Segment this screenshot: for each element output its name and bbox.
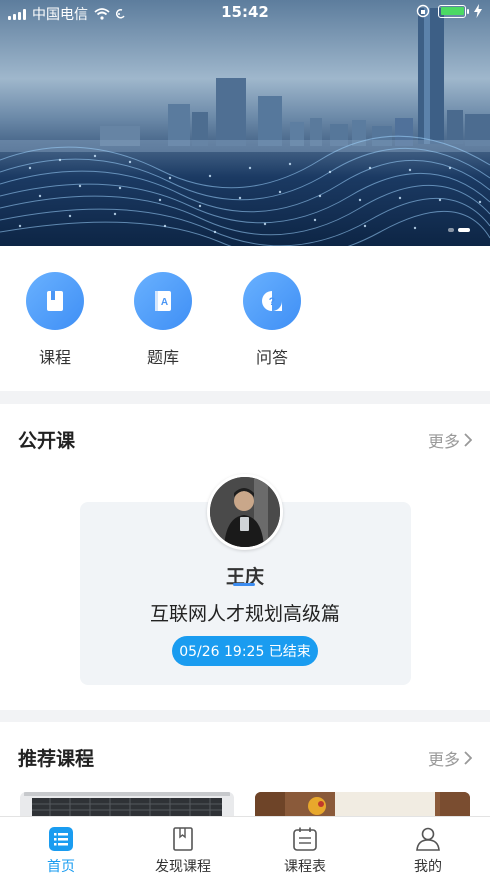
profile-icon <box>416 827 440 851</box>
schedule-icon <box>293 827 317 851</box>
banner-image <box>0 8 490 246</box>
nav-item-question-bank[interactable]: A 题库 <box>123 272 203 368</box>
chevron-right-icon <box>464 433 472 447</box>
orientation-lock-icon <box>416 4 430 18</box>
more-label: 更多 <box>427 750 460 769</box>
recommended-course-card[interactable] <box>20 792 234 818</box>
more-label: 更多 <box>427 432 460 451</box>
more-link[interactable]: 更多 <box>428 428 472 452</box>
svg-text:?: ? <box>269 296 276 308</box>
course-title: 互联网人才规划高级篇 <box>149 603 340 625</box>
nav-item-qa[interactable]: ? 问答 <box>232 272 312 368</box>
tab-discover[interactable]: 发现课程 <box>133 825 233 876</box>
banner-dot <box>448 228 454 232</box>
banner-indicator <box>448 228 470 232</box>
tab-label: 发现课程 <box>155 859 211 875</box>
tab-label: 课程表 <box>284 859 326 875</box>
battery-level <box>440 7 464 15</box>
nav-label: 问答 <box>255 348 288 367</box>
tab-schedule[interactable]: 课程表 <box>255 825 355 876</box>
nav-item-courses[interactable]: 课程 <box>15 272 95 368</box>
section-title: 公开课 <box>18 430 76 452</box>
tab-home[interactable]: 首页 <box>11 825 111 876</box>
battery-icon <box>438 4 469 18</box>
banner-carousel[interactable] <box>0 0 490 246</box>
discover-book-icon <box>173 827 193 851</box>
tab-label: 首页 <box>47 859 75 875</box>
course-thumbnail <box>255 792 470 818</box>
chevron-right-icon <box>464 751 472 765</box>
recommended-course-card[interactable] <box>255 792 470 818</box>
nav-label: 课程 <box>38 348 71 367</box>
svg-text:A: A <box>161 297 168 308</box>
course-time-badge: 05/26 19:25 已结束 <box>172 636 318 666</box>
banner-dot-active <box>458 228 470 232</box>
home-list-icon <box>49 827 73 851</box>
open-courses-section: 公开课 更多 王庆 互联网人才规划高级篇 05/26 19:25 已结束 <box>0 404 490 710</box>
quick-nav: 课程 A 题库 ? 问答 <box>0 246 490 391</box>
name-underline <box>233 583 255 586</box>
laptop-thumbnail <box>20 792 234 818</box>
nav-label: 题库 <box>146 348 179 367</box>
teacher-avatar <box>207 474 283 550</box>
question-bank-icon: A <box>134 272 192 330</box>
qa-icon: ? <box>243 272 301 330</box>
charging-icon <box>474 4 482 18</box>
status-bar: 中国电信 15:42 <box>0 0 490 26</box>
section-title: 推荐课程 <box>18 748 95 770</box>
more-link[interactable]: 更多 <box>428 746 472 770</box>
tab-profile[interactable]: 我的 <box>378 825 478 876</box>
bottom-tab-bar: 首页 发现课程 课程表 我的 <box>0 816 490 876</box>
tab-label: 我的 <box>414 859 442 875</box>
book-icon <box>26 272 84 330</box>
